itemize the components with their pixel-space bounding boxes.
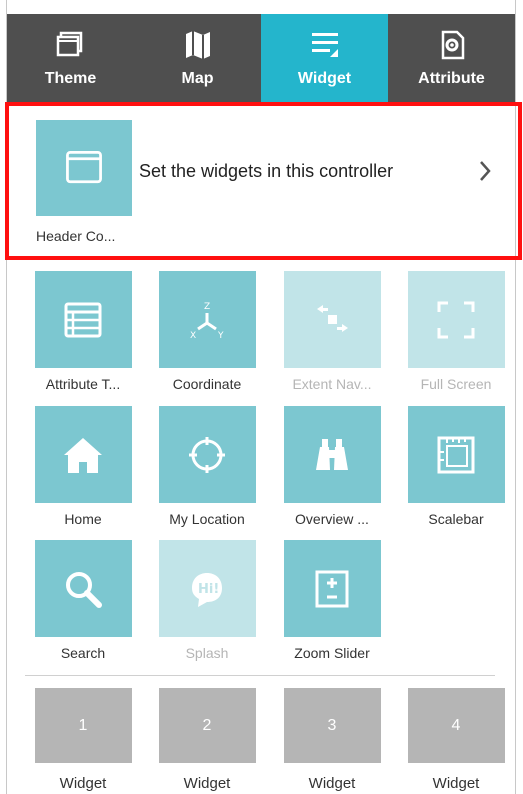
widget-tile[interactable] (34, 406, 132, 503)
window-icon (66, 150, 102, 184)
widget-placeholder-1[interactable]: 1 Widget (21, 688, 145, 792)
widget-tile[interactable]: Z X Y (158, 271, 256, 368)
widget-tile[interactable] (283, 271, 381, 368)
tab-label: Attribute (418, 70, 485, 87)
widget-search[interactable]: Search (21, 540, 145, 661)
widget-full-screen[interactable]: Full Screen (394, 271, 518, 392)
zoom-slider-icon (315, 570, 349, 607)
widget-label: My Location (169, 511, 245, 527)
fullscreen-icon (437, 301, 475, 338)
widget-attribute-table[interactable]: Attribute T... (21, 271, 145, 392)
tab-label: Widget (297, 70, 352, 87)
widget-coordinate[interactable]: Z X Y Coordinate (145, 271, 269, 392)
controller-description: Set the widgets in this controller (139, 161, 394, 181)
widget-tile[interactable] (158, 406, 256, 503)
location-icon (189, 436, 225, 473)
widget-placeholder-3[interactable]: 3 Widget (270, 688, 394, 792)
tab-theme[interactable]: Theme (7, 14, 134, 102)
placeholder-tile[interactable]: 1 (34, 688, 132, 763)
widget-tile[interactable]: Hi! (158, 540, 256, 637)
widget-zoom-slider[interactable]: Zoom Slider (270, 540, 394, 661)
header-controller-label: Header Co... (36, 228, 116, 244)
tab-widget[interactable]: Widget (261, 14, 388, 102)
tab-bar: Theme Map Widget Attribute (7, 14, 515, 102)
widget-placeholder-4[interactable]: 4 Widget (394, 688, 518, 792)
widget-my-location[interactable]: My Location (145, 406, 269, 527)
widget-extent-navigate[interactable]: Extent Nav... (270, 271, 394, 392)
tab-map[interactable]: Map (134, 14, 261, 102)
widget-label: Attribute T... (45, 376, 121, 392)
table-icon (64, 302, 102, 337)
widget-label: Home (64, 511, 102, 527)
placeholder-label: Widget (308, 775, 356, 792)
placeholder-label: Widget (432, 775, 480, 792)
widget-splash[interactable]: Hi! Splash (145, 540, 269, 661)
home-icon (64, 437, 102, 473)
widget-overview-map[interactable]: Overview ... (270, 406, 394, 527)
widget-label: Extent Nav... (292, 376, 372, 392)
widget-label: Search (60, 645, 106, 661)
section-divider (25, 675, 495, 676)
search-icon (66, 571, 102, 608)
map-icon (185, 31, 210, 59)
theme-icon (56, 31, 82, 57)
widget-tile[interactable] (283, 406, 381, 503)
attribute-icon (441, 30, 464, 60)
widget-tile[interactable] (407, 271, 505, 368)
placeholder-label: Widget (183, 775, 231, 792)
tab-label: Theme (44, 70, 97, 87)
svg-text:Z: Z (204, 302, 210, 312)
widget-tile[interactable] (407, 406, 505, 503)
tab-attribute[interactable]: Attribute (388, 14, 515, 102)
scalebar-icon (437, 436, 475, 473)
widget-label: Splash (185, 645, 229, 661)
widget-icon (311, 33, 338, 57)
extent-navigate-icon (317, 304, 348, 332)
tab-label: Map (181, 70, 214, 87)
placeholder-tile[interactable]: 2 (158, 688, 256, 763)
chevron-right-icon[interactable] (475, 156, 495, 186)
coordinate-icon: Z X Y (190, 302, 224, 341)
widget-home[interactable]: Home (21, 406, 145, 527)
widget-label: Zoom Slider (294, 645, 370, 661)
svg-text:Y: Y (217, 331, 224, 341)
widget-label: Scalebar (428, 511, 484, 527)
svg-text:X: X (190, 331, 196, 341)
header-controller-tile[interactable] (36, 120, 132, 216)
placeholder-tile[interactable]: 3 (283, 688, 381, 763)
placeholder-tile[interactable]: 4 (407, 688, 505, 763)
widget-placeholder-2[interactable]: 2 Widget (145, 688, 269, 792)
widget-label: Overview ... (295, 511, 369, 527)
placeholder-label: Widget (59, 775, 107, 792)
widget-tile[interactable] (34, 271, 132, 368)
splash-icon: Hi! (192, 572, 222, 607)
header-controller-row[interactable]: Header Co... Set the widgets in this con… (5, 102, 522, 260)
widget-label: Coordinate (172, 376, 242, 392)
svg-text:Hi!: Hi! (198, 582, 219, 597)
binoculars-icon (316, 438, 348, 470)
widget-label: Full Screen (420, 376, 492, 392)
widget-tile[interactable] (283, 540, 381, 637)
widget-tile[interactable] (34, 540, 132, 637)
widget-scalebar[interactable]: Scalebar (394, 406, 518, 527)
